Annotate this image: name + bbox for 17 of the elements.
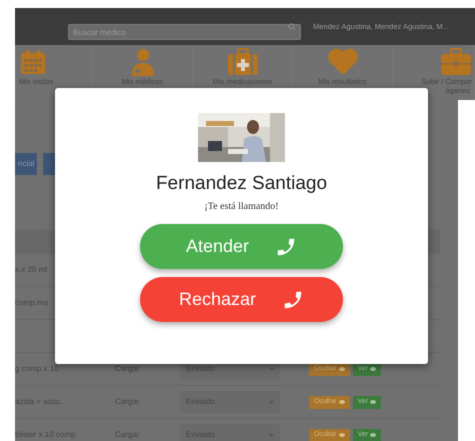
eye-icon [370, 433, 376, 437]
caller-name: Fernandez Santiago [156, 172, 328, 196]
toolbar-button[interactable]: ncial [15, 153, 38, 175]
accept-call-button[interactable]: Atender [140, 224, 343, 269]
eye-icon [338, 367, 345, 371]
medkit-icon [226, 48, 258, 76]
eye-icon [370, 367, 376, 371]
calendar-icon [19, 48, 47, 76]
eye-icon [370, 400, 376, 404]
call-message: ¡Te está llamando! [204, 200, 279, 214]
eye-icon [338, 400, 345, 404]
heart-icon [326, 48, 358, 76]
eye-icon [338, 433, 345, 437]
reject-call-button[interactable]: Rechazar [140, 277, 343, 322]
briefcase-icon [440, 48, 472, 76]
doctor-icon [130, 48, 156, 76]
search-icon [288, 22, 296, 30]
